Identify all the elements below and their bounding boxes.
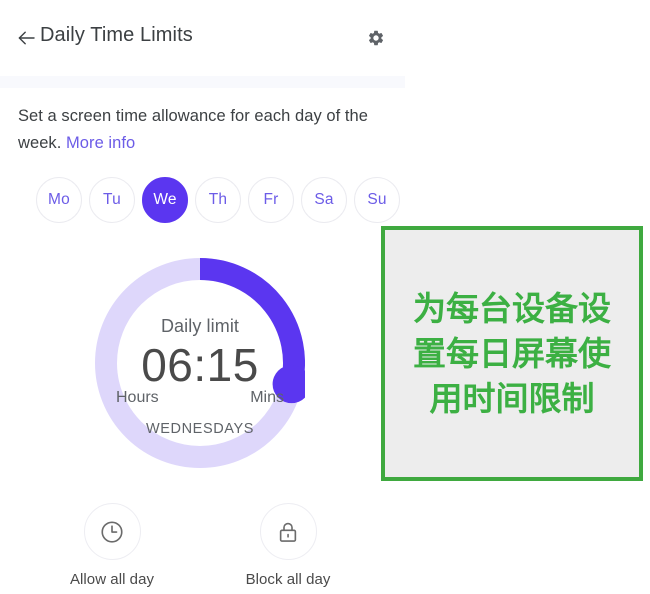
- dial-graphic: [95, 258, 305, 468]
- annotation-callout-box: 为每台设备设置每日屏幕使用时间限制: [381, 226, 643, 481]
- allow-all-day-button[interactable]: Allow all day: [52, 503, 172, 588]
- day-chip-mo[interactable]: Mo: [36, 177, 82, 223]
- lock-icon: [279, 522, 297, 542]
- back-button[interactable]: [13, 25, 39, 51]
- block-all-day-icon-circle: [259, 503, 317, 560]
- clock-icon: [101, 520, 123, 543]
- day-selector: Mo Tu We Th Fr Sa Su: [36, 177, 400, 223]
- page-title: Daily Time Limits: [40, 24, 193, 46]
- day-chip-th[interactable]: Th: [195, 177, 241, 223]
- block-all-day-label: Block all day: [245, 571, 331, 588]
- arrow-left-icon: [18, 31, 35, 45]
- dial-progress-arc: [199, 258, 305, 387]
- annotation-text: 为每台设备设置每日屏幕使用时间限制: [413, 289, 611, 418]
- day-chip-fr[interactable]: Fr: [248, 177, 294, 223]
- day-chip-sa[interactable]: Sa: [301, 177, 347, 223]
- allow-all-day-label: Allow all day: [69, 571, 155, 588]
- daily-limit-dial[interactable]: Daily limit 06:15 Hours Mins WEDNESDAYS: [95, 258, 305, 508]
- gear-icon: [368, 30, 384, 46]
- block-all-day-button[interactable]: Block all day: [228, 503, 348, 588]
- allow-all-day-icon-circle: [83, 503, 141, 560]
- more-info-link[interactable]: More info: [66, 134, 135, 152]
- day-chip-tu[interactable]: Tu: [89, 177, 135, 223]
- header-divider: [0, 76, 405, 88]
- description-text: Set a screen time allowance for each day…: [18, 103, 393, 157]
- day-chip-we[interactable]: We: [142, 177, 188, 223]
- settings-button[interactable]: [366, 28, 386, 48]
- day-chip-su[interactable]: Su: [354, 177, 400, 223]
- app-header: Daily Time Limits: [0, 0, 405, 76]
